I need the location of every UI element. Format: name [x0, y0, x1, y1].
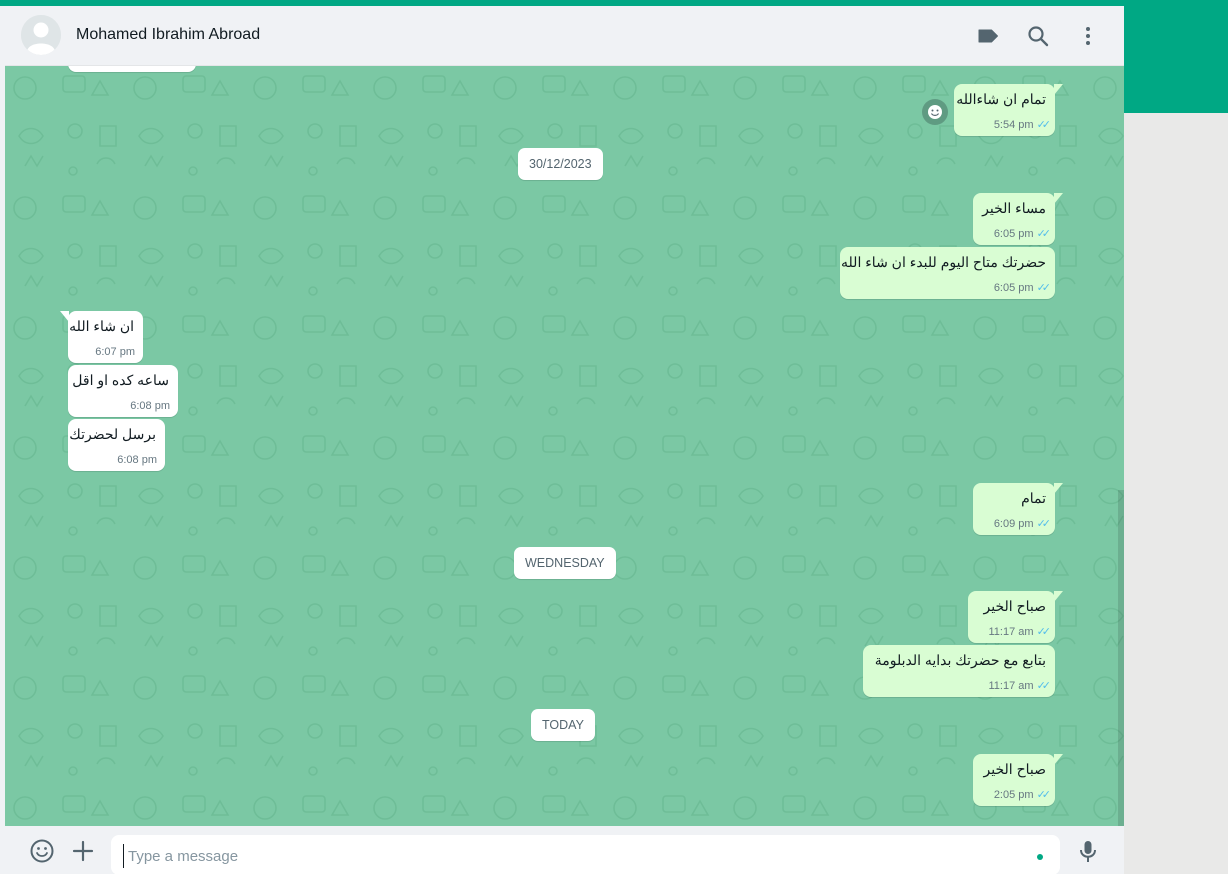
message-meta: 6:05 pm ✓✓ [993, 281, 1052, 294]
message-text: ساعه كده او اقل [72, 372, 169, 388]
side-accent-band [1124, 6, 1228, 113]
message-time: 6:09 pm [993, 518, 1034, 530]
message-text: صباح الخير [983, 761, 1046, 777]
message-time: 5:54 pm [993, 119, 1034, 131]
message-time: 11:17 am [988, 626, 1034, 638]
message-time: 6:07 pm [95, 346, 135, 358]
read-ticks-icon: ✓✓ [1036, 518, 1052, 530]
message-bubble-outgoing[interactable]: مساء الخير 6:05 pm ✓✓ [973, 193, 1063, 245]
bubble-tail [60, 311, 69, 322]
message-time: 2:05 pm [993, 789, 1034, 801]
read-ticks-icon: ✓✓ [1036, 119, 1052, 131]
avatar[interactable] [21, 15, 61, 55]
bubble-tail [1054, 591, 1063, 602]
message-time: 6:05 pm [993, 282, 1034, 294]
default-avatar-icon [21, 15, 61, 55]
message-meta: 6:07 pm [95, 346, 135, 358]
chat-area[interactable]: تمام ان شاءالله 5:54 pm ✓✓ 30/12/2023 مسا… [5, 66, 1124, 826]
read-ticks-icon: ✓✓ [1036, 228, 1052, 240]
message-composer-bar [5, 826, 1124, 875]
message-bubble-partial[interactable] [68, 66, 196, 72]
bubble-tail [1054, 483, 1063, 494]
message-input[interactable] [123, 844, 1010, 868]
bubble-tail [1054, 84, 1063, 95]
message-meta: 5:54 pm ✓✓ [993, 118, 1052, 131]
message-text: ان شاء الله [69, 318, 134, 334]
bubble-tail [1054, 754, 1063, 765]
label-icon[interactable] [976, 24, 1000, 48]
date-separator: 30/12/2023 [518, 148, 603, 180]
message-text: صباح الخير [983, 598, 1046, 614]
read-ticks-icon: ✓✓ [1036, 626, 1052, 638]
message-text: بتابع مع حضرتك بدايه الدبلومة [874, 652, 1046, 668]
side-background [1124, 113, 1228, 874]
message-meta: 6:08 pm [130, 400, 170, 412]
message-bubble-outgoing[interactable]: صباح الخير 2:05 pm ✓✓ [973, 754, 1063, 806]
message-time: 6:08 pm [117, 454, 157, 466]
message-time: 11:17 am [988, 680, 1034, 692]
message-bubble-outgoing[interactable]: تمام ان شاءالله 5:54 pm ✓✓ [954, 84, 1063, 136]
attach-plus-icon[interactable] [70, 838, 96, 864]
message-meta: 11:17 am ✓✓ [988, 625, 1052, 638]
contact-name[interactable]: Mohamed Ibrahim Abroad [76, 26, 260, 44]
message-bubble-incoming[interactable]: ان شاء الله 6:07 pm [60, 311, 143, 363]
message-text: حضرتك متاح اليوم للبدء ان شاء الله [841, 254, 1046, 270]
message-bubble-outgoing[interactable]: صباح الخير 11:17 am ✓✓ [968, 591, 1063, 643]
date-separator: TODAY [531, 709, 595, 741]
message-bubble-incoming[interactable]: برسل لحضرتك 6:08 pm [68, 419, 165, 471]
message-meta: 6:09 pm ✓✓ [993, 517, 1052, 530]
read-ticks-icon: ✓✓ [1036, 282, 1052, 294]
chat-scrollbar[interactable] [1118, 490, 1124, 826]
date-separator: WEDNESDAY [514, 547, 616, 579]
react-emoji-button[interactable] [922, 99, 948, 125]
smiley-icon [928, 105, 942, 119]
message-text: مساء الخير [982, 200, 1046, 216]
message-bubble-outgoing[interactable]: تمام 6:09 pm ✓✓ [973, 483, 1063, 535]
message-input-container [111, 835, 1060, 875]
message-bubble-incoming[interactable]: ساعه كده او اقل 6:08 pm [68, 365, 178, 417]
message-time: 6:08 pm [130, 400, 170, 412]
message-text: تمام ان شاءالله [956, 91, 1046, 107]
message-text: برسل لحضرتك [69, 426, 156, 442]
message-meta: 11:17 am ✓✓ [988, 679, 1052, 692]
chat-header: Mohamed Ibrahim Abroad [5, 6, 1124, 66]
read-ticks-icon: ✓✓ [1036, 680, 1052, 692]
message-text: تمام [1021, 490, 1046, 506]
emoji-icon[interactable] [29, 838, 55, 864]
microphone-icon[interactable] [1075, 838, 1101, 864]
message-meta: 6:05 pm ✓✓ [993, 227, 1052, 240]
read-ticks-icon: ✓✓ [1036, 789, 1052, 801]
message-meta: 2:05 pm ✓✓ [993, 788, 1052, 801]
menu-icon[interactable] [1076, 24, 1100, 48]
status-dot [1037, 854, 1043, 860]
message-bubble-outgoing[interactable]: بتابع مع حضرتك بدايه الدبلومة 11:17 am ✓✓ [863, 645, 1055, 697]
message-time: 6:05 pm [993, 228, 1034, 240]
message-meta: 6:08 pm [117, 454, 157, 466]
bubble-tail [1054, 193, 1063, 204]
message-bubble-outgoing[interactable]: حضرتك متاح اليوم للبدء ان شاء الله 6:05 … [840, 247, 1055, 299]
search-icon[interactable] [1026, 24, 1050, 48]
